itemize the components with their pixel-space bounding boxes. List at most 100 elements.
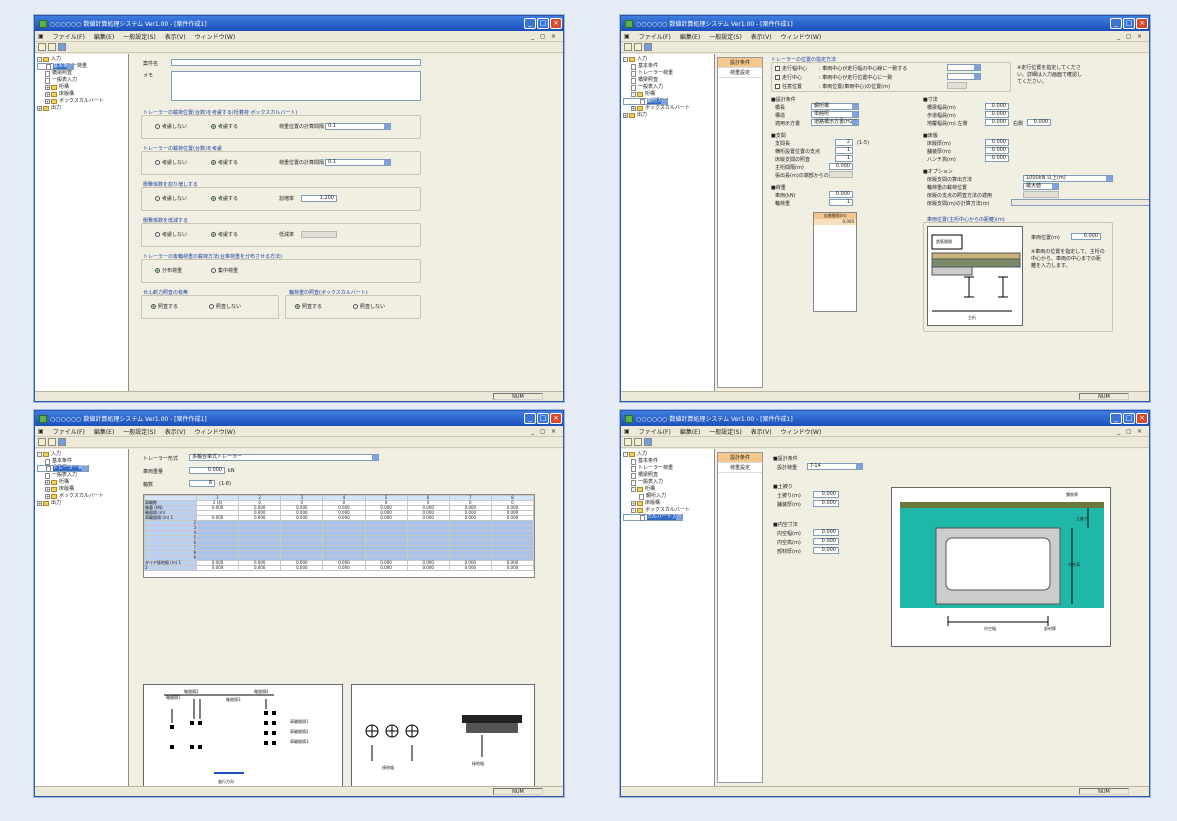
menu-item[interactable]: 表示(V) xyxy=(751,32,772,41)
tree-node[interactable]: 基本条件 xyxy=(623,458,714,465)
tree-node[interactable]: + 出力 xyxy=(623,112,714,119)
table-cell[interactable]: 0.000 xyxy=(280,565,324,571)
collapse-icon[interactable]: - xyxy=(37,57,42,62)
expand-icon[interactable]: + xyxy=(45,487,50,492)
collapse-icon[interactable]: - xyxy=(631,92,636,97)
menu-item[interactable]: ウィンドウ(W) xyxy=(781,427,822,436)
tree-node[interactable]: + 出力 xyxy=(37,105,128,112)
table-cell[interactable]: 0.000 xyxy=(195,565,240,571)
menu-item[interactable]: ウィンドウ(W) xyxy=(781,32,822,41)
collapse-icon[interactable]: - xyxy=(631,487,636,492)
number-field[interactable]: 0.000 xyxy=(813,547,839,554)
dropdown-select[interactable] xyxy=(947,73,981,80)
mdi-controls[interactable]: _ ◻ × xyxy=(531,33,558,40)
close-icon[interactable]: × xyxy=(1136,413,1148,424)
tree-node[interactable]: + 床版構 xyxy=(37,486,128,493)
radio-option[interactable]: 考慮しない xyxy=(155,123,187,130)
section-tab[interactable]: 設計条件 xyxy=(718,58,762,68)
title-bar[interactable]: ○○○○○○ 数値計算処理システム Ver1.00 - [案件作成1] _ □ × xyxy=(35,411,563,426)
expand-icon[interactable]: + xyxy=(631,106,636,111)
number-field[interactable]: 0.000 xyxy=(829,163,853,170)
tree-node[interactable]: 基本条件 xyxy=(37,458,128,465)
number-field[interactable]: 0.000 xyxy=(1071,233,1101,240)
checkbox-option[interactable]: 任意位置 xyxy=(775,83,802,90)
menu-item[interactable]: 一般設定(S) xyxy=(709,32,742,41)
menu-item[interactable]: 一般設定(S) xyxy=(709,427,742,436)
tree-node[interactable]: - 入力 xyxy=(623,451,714,458)
collapse-icon[interactable]: - xyxy=(623,452,628,457)
tree-node[interactable]: 一般表入力 xyxy=(623,84,714,91)
tree-node[interactable]: カルバート入力 xyxy=(623,514,684,521)
section-tab[interactable]: 荷重設定 xyxy=(718,463,762,473)
radio-option[interactable]: 考慮しない xyxy=(155,195,187,202)
number-field[interactable]: 0.000 xyxy=(985,119,1009,126)
minimize-icon[interactable]: _ xyxy=(524,413,536,424)
dropdown-select[interactable]: 鋼桁橋 xyxy=(811,103,859,110)
radio-option[interactable]: 照査しない xyxy=(353,303,385,310)
save-icon[interactable] xyxy=(644,43,652,51)
radio-option[interactable]: 照査する xyxy=(295,303,322,310)
new-file-icon[interactable] xyxy=(38,438,46,446)
tree-node[interactable]: - 入力 xyxy=(37,451,128,458)
tree-node[interactable]: 橋梁照査 xyxy=(623,472,714,479)
menu-item[interactable]: ウィンドウ(W) xyxy=(195,427,236,436)
number-field[interactable] xyxy=(301,231,337,238)
number-field[interactable]: 1 xyxy=(829,199,853,206)
axle-spreadsheet[interactable]: 1 2 3 4 5 6 7 8 車輪数 2 (4) 0 0 0 0 0 0 0 軸重 (kN) 0.000 0.000… xyxy=(143,494,535,578)
radio-option[interactable]: 考慮する xyxy=(211,123,238,130)
tree-node[interactable]: トレーラー荷重 xyxy=(37,465,90,472)
expand-icon[interactable]: + xyxy=(37,106,42,111)
dropdown-select[interactable]: 単純桁 xyxy=(811,111,859,118)
number-field[interactable]: 0.000 xyxy=(1027,119,1051,126)
menu-item[interactable]: 表示(V) xyxy=(751,427,772,436)
tree-node[interactable]: 基本条件 xyxy=(623,63,714,70)
tree-node[interactable]: トレーラー荷重 xyxy=(623,465,714,472)
number-field[interactable] xyxy=(171,71,421,101)
new-file-icon[interactable] xyxy=(624,438,632,446)
number-field[interactable]: 0.000 xyxy=(813,538,839,545)
number-field[interactable]: 0.000 xyxy=(813,500,839,507)
title-bar[interactable]: ○○○○○○ 数値計算処理システム Ver1.00 - [案件作成1] _ □ × xyxy=(35,16,563,31)
radio-option[interactable]: 考慮する xyxy=(211,159,238,166)
collapse-icon[interactable]: - xyxy=(37,452,42,457)
table-cell[interactable]: 0.000 xyxy=(406,565,450,571)
tree-node[interactable]: 橋梁照査 xyxy=(37,70,128,77)
number-field[interactable]: 0.000 xyxy=(829,191,853,198)
tree-node[interactable]: 基本条件 xyxy=(37,63,75,70)
checkbox-option[interactable]: 走行幅中心 xyxy=(775,65,807,72)
menu-item[interactable]: ファイル(F) xyxy=(53,427,85,436)
mdi-controls[interactable]: _ ◻ × xyxy=(531,428,558,435)
close-icon[interactable]: × xyxy=(550,18,562,29)
menu-item[interactable]: ファイル(F) xyxy=(639,32,671,41)
tree-node[interactable]: + ボックスカルバート xyxy=(37,493,128,500)
title-bar[interactable]: ○○○○○○ 数値計算処理システム Ver1.00 - [案件作成1] _ □ × xyxy=(621,16,1149,31)
radio-option[interactable]: 集中荷重 xyxy=(211,267,238,274)
number-field[interactable]: 0.000 xyxy=(985,139,1009,146)
number-field[interactable]: 0.000 xyxy=(985,111,1009,118)
open-folder-icon[interactable] xyxy=(634,43,642,51)
number-field[interactable] xyxy=(171,59,421,66)
tree-node[interactable]: - 桁構 xyxy=(623,91,714,98)
number-field[interactable]: 0.000 xyxy=(985,147,1009,154)
mini-grid[interactable]: 支間間隔(m) 0.000 xyxy=(813,212,857,312)
tree-node[interactable]: - 入力 xyxy=(37,56,128,63)
expand-icon[interactable]: + xyxy=(45,494,50,499)
tree-node[interactable]: 鋼桁入力 xyxy=(623,98,669,105)
menu-item[interactable]: 編集(E) xyxy=(94,427,114,436)
number-field[interactable]: 1.200 xyxy=(301,195,337,202)
collapse-icon[interactable]: - xyxy=(631,508,636,513)
radio-option[interactable]: 考慮しない xyxy=(155,231,187,238)
maximize-icon[interactable]: □ xyxy=(537,413,549,424)
menu-item[interactable]: 一般設定(S) xyxy=(123,32,156,41)
number-field[interactable]: 1 xyxy=(835,155,853,162)
tree-node[interactable]: + 床版構 xyxy=(37,91,128,98)
dropdown-select[interactable] xyxy=(947,64,981,71)
expand-icon[interactable]: + xyxy=(631,501,636,506)
tree-node[interactable]: + ボックスカルバート xyxy=(37,98,128,105)
number-field[interactable]: 0.000 xyxy=(189,467,225,474)
number-field[interactable]: 0.000 xyxy=(813,529,839,536)
number-field[interactable]: 1 xyxy=(835,147,853,154)
new-file-icon[interactable] xyxy=(624,43,632,51)
dropdown-select[interactable]: 1000kN 以上(m) xyxy=(1023,175,1113,182)
table-cell[interactable]: 0.000 xyxy=(322,565,366,571)
